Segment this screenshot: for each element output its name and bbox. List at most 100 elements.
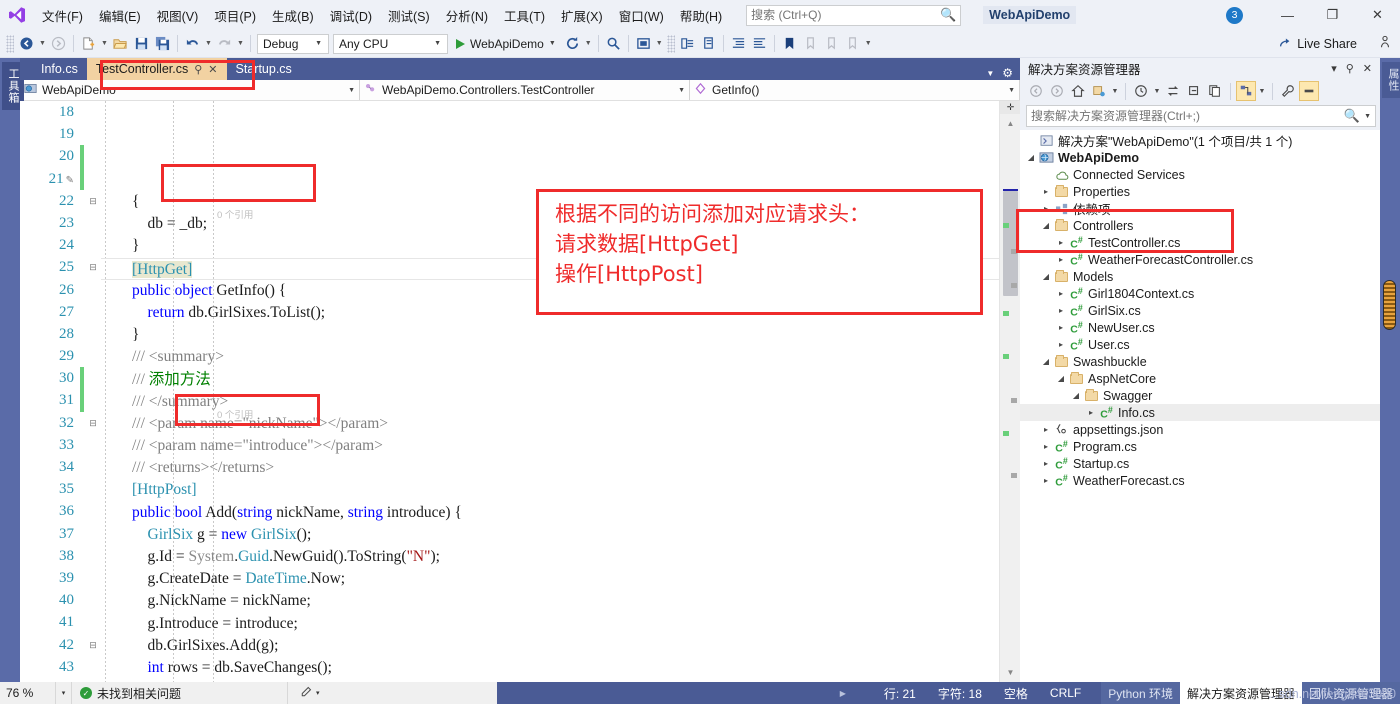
toggle-bookmark-icon[interactable] [779, 33, 800, 54]
tree-item-girl1804context.cs[interactable]: ▸ C# Girl1804Context.cs [1020, 285, 1380, 302]
save-all-icon[interactable] [152, 33, 173, 54]
solution-configuration-combo[interactable]: Debug ▼ [257, 33, 329, 54]
code-line[interactable]: g.CreateDate = DateTime.Now; [101, 568, 999, 590]
menu-item-window[interactable]: 窗口(W) [611, 3, 672, 28]
back-icon[interactable] [1026, 81, 1046, 101]
tree-item-controllers[interactable]: ◢ Controllers [1020, 217, 1380, 234]
expand-arrow-closed-icon[interactable]: ▸ [1054, 306, 1068, 315]
tree-item-models[interactable]: ◢ Models [1020, 268, 1380, 285]
forward-icon[interactable] [1047, 81, 1067, 101]
codelens-references[interactable]: 0 个引用 [217, 207, 253, 221]
feedback-icon[interactable] [1362, 35, 1392, 52]
search-input[interactable] [751, 8, 940, 22]
back-dropdown-icon[interactable]: ▼ [37, 33, 48, 54]
status-overflow-icon[interactable]: ▶ [840, 689, 868, 698]
expand-arrow-closed-icon[interactable]: ▸ [1039, 204, 1053, 213]
close-button[interactable]: ✕ [1355, 0, 1400, 30]
menu-item-extensions[interactable]: 扩展(X) [553, 3, 611, 28]
tree-item-newuser.cs[interactable]: ▸ C# NewUser.cs [1020, 319, 1380, 336]
tree-item-connected-services[interactable]: Connected Services [1020, 166, 1380, 183]
tree-item--[interactable]: ▸ 依赖项 [1020, 200, 1380, 217]
tree-item-aspnetcore[interactable]: ◢ AspNetCore [1020, 370, 1380, 387]
gear-icon[interactable]: ⚙ [1002, 66, 1013, 80]
outlining-margin[interactable]: ⊟ ⊟ ⊟ ⊟ [85, 101, 101, 682]
tab-startup-cs[interactable]: Startup.cs [226, 58, 301, 80]
pin-icon[interactable]: ⚲ [194, 63, 202, 76]
expand-arrow-open-icon[interactable]: ◢ [1039, 272, 1053, 281]
code-line[interactable]: public bool Add(string nickName, string … [101, 502, 999, 524]
tree-item-webapidemo[interactable]: ◢ WebApiDemo [1020, 149, 1380, 166]
menu-item-debug[interactable]: 调试(D) [322, 3, 380, 28]
close-icon[interactable]: ✕ [208, 63, 217, 76]
collapse-glyph[interactable]: ⊟ [85, 256, 101, 278]
uncomment-selection-icon[interactable] [698, 33, 719, 54]
search-dropdown-icon[interactable]: ▼ [1360, 113, 1371, 120]
expand-arrow-closed-icon[interactable]: ▸ [1054, 323, 1068, 332]
search-in-file-icon[interactable] [603, 33, 624, 54]
hot-reload-dropdown-icon[interactable]: ▼ [583, 33, 594, 54]
increase-indent-icon[interactable] [728, 33, 749, 54]
layout-dropdown-icon[interactable]: ▼ [654, 33, 665, 54]
collapse-glyph[interactable]: ⊟ [85, 634, 101, 656]
window-layout-icon[interactable] [633, 33, 654, 54]
dock-tab-solution-explorer[interactable]: 解决方案资源管理器 [1179, 682, 1302, 704]
code-line[interactable]: /// <returns></returns> [101, 457, 999, 479]
expand-arrow-closed-icon[interactable]: ▸ [1039, 476, 1053, 485]
toolbar-overflow-icon[interactable]: ▼ [863, 33, 874, 54]
menu-item-build[interactable]: 生成(B) [264, 3, 322, 28]
menu-item-test[interactable]: 测试(S) [380, 3, 438, 28]
tree-item-startup.cs[interactable]: ▸ C# Startup.cs [1020, 455, 1380, 472]
menu-item-view[interactable]: 视图(V) [149, 3, 207, 28]
scroll-down-icon[interactable]: ▼ [1000, 664, 1020, 680]
navbar-type-selector[interactable]: WebApiDemo.Controllers.TestController ▼ [360, 80, 690, 100]
editor-split-control[interactable]: ✛ [1000, 101, 1020, 114]
expand-arrow-closed-icon[interactable]: ▸ [1054, 238, 1068, 247]
solution-explorer-search[interactable]: 🔍 ▼ [1026, 105, 1376, 127]
new-project-icon[interactable] [78, 33, 99, 54]
tree-item-weatherforecast.cs[interactable]: ▸ C# WeatherForecast.cs [1020, 472, 1380, 489]
expand-arrow-closed-icon[interactable]: ▸ [1039, 425, 1053, 434]
code-line[interactable]: /// <summary> [101, 346, 999, 368]
navbar-member-selector[interactable]: GetInfo() ▼ [690, 80, 1020, 100]
properties-icon[interactable] [1278, 81, 1298, 101]
preview-selected-items-icon[interactable] [1299, 81, 1319, 101]
code-line[interactable]: /// <param name="introduce"></param> [101, 435, 999, 457]
menu-item-file[interactable]: 文件(F) [34, 3, 91, 28]
tree-item-user.cs[interactable]: ▸ C# User.cs [1020, 336, 1380, 353]
tree-item-program.cs[interactable]: ▸ C# Program.cs [1020, 438, 1380, 455]
menu-item-analyze[interactable]: 分析(N) [438, 3, 496, 28]
expand-arrow-closed-icon[interactable]: ▸ [1084, 408, 1098, 417]
start-debug-button[interactable]: WebApiDemo ▼ [450, 33, 562, 54]
expand-arrow-closed-icon[interactable]: ▸ [1039, 459, 1053, 468]
solution-tree[interactable]: 解决方案"WebApiDemo"(1 个项目/共 1 个) ◢ WebApiDemo… [1020, 130, 1380, 682]
home-icon[interactable] [1068, 81, 1088, 101]
tree-item-testcontroller.cs[interactable]: ▸ C# TestController.cs [1020, 234, 1380, 251]
class-view-dropdown-icon[interactable]: ▼ [1257, 81, 1267, 101]
tree-item-swashbuckle[interactable]: ◢ Swashbuckle [1020, 353, 1380, 370]
panel-dropdown-icon[interactable]: ▾ [1331, 62, 1337, 75]
collapse-glyph[interactable]: ⊟ [85, 412, 101, 434]
issue-status[interactable]: ✓ 未找到相关问题 [72, 682, 287, 704]
expand-arrow-closed-icon[interactable]: ▸ [1054, 255, 1068, 264]
tree-item-appsettings.json[interactable]: ▸ appsettings.json [1020, 421, 1380, 438]
code-line[interactable]: g.Introduce = introduce; [101, 613, 999, 635]
tab-info-cs[interactable]: Info.cs [32, 58, 87, 80]
expand-arrow-closed-icon[interactable]: ▸ [1054, 289, 1068, 298]
decrease-indent-icon[interactable] [749, 33, 770, 54]
hot-reload-icon[interactable] [562, 33, 583, 54]
undo-icon[interactable] [182, 33, 203, 54]
toolbar-grip-2[interactable] [666, 34, 675, 53]
dock-tab-team-explorer[interactable]: 团队资源管理器 [1301, 682, 1400, 704]
codelens-references[interactable]: 0 个引用 [217, 407, 253, 421]
expand-arrow-open-icon[interactable]: ◢ [1039, 357, 1053, 366]
clear-bookmarks-icon[interactable] [842, 33, 863, 54]
minimize-button[interactable]: — [1265, 0, 1310, 30]
navbar-project-selector[interactable]: WebApiDemo ▼ [20, 80, 360, 100]
code-line[interactable]: GirlSix g = new GirlSix(); [101, 524, 999, 546]
indentation-indicator[interactable]: 空格 [1004, 685, 1028, 702]
quick-launch-search[interactable]: 🔍 [746, 4, 962, 26]
expand-arrow-open-icon[interactable]: ◢ [1054, 374, 1068, 383]
tree-item-swagger[interactable]: ◢ Swagger [1020, 387, 1380, 404]
collapse-glyph[interactable]: ⊟ [85, 190, 101, 212]
navigate-back-icon[interactable] [16, 33, 37, 54]
